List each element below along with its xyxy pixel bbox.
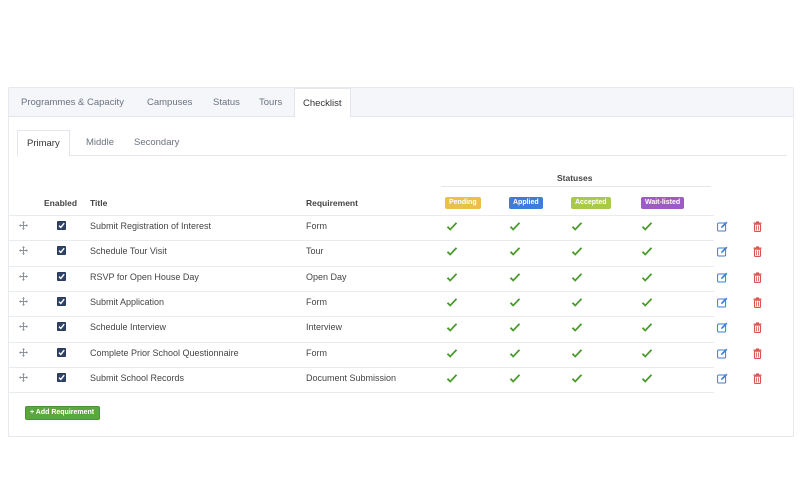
checkmark-icon[interactable] <box>446 247 458 257</box>
checkmark-icon[interactable] <box>446 373 458 384</box>
status-badge-accepted: Accepted <box>571 197 611 209</box>
trash-icon[interactable] <box>752 221 763 232</box>
checkmark-icon[interactable] <box>571 323 583 333</box>
checkmark-icon[interactable] <box>509 272 521 283</box>
checkmark-icon[interactable] <box>509 323 521 333</box>
row-requirement: Tour <box>306 246 324 257</box>
edit-icon[interactable] <box>717 297 728 308</box>
move-icon[interactable] <box>19 296 28 306</box>
tab-primary[interactable]: Primary <box>17 130 70 157</box>
checkmark-icon[interactable] <box>446 222 458 232</box>
column-header-title: Title <box>90 198 108 208</box>
row-requirement: Open Day <box>306 271 347 282</box>
column-header-requirement: Requirement <box>306 198 358 208</box>
row-title: Submit Application <box>90 296 165 307</box>
trash-icon[interactable] <box>752 322 763 334</box>
checkmark-icon[interactable] <box>571 247 583 257</box>
row-title: Submit Registration of Interest <box>90 221 212 231</box>
checkmark-icon[interactable] <box>571 272 583 283</box>
edit-icon[interactable] <box>717 272 728 283</box>
enabled-checkbox[interactable] <box>57 372 66 382</box>
checkmark-icon[interactable] <box>571 373 583 384</box>
tab-campuses[interactable]: Campuses <box>147 88 192 117</box>
edit-icon[interactable] <box>717 373 728 384</box>
checkmark-icon[interactable] <box>641 298 653 308</box>
checkmark-icon[interactable] <box>509 298 521 308</box>
status-badge-pending: Pending <box>445 197 481 209</box>
checkmark-icon[interactable] <box>641 373 653 384</box>
checkmark-icon[interactable] <box>571 348 583 359</box>
move-icon[interactable] <box>19 347 28 357</box>
move-icon[interactable] <box>19 246 28 256</box>
checkmark-icon[interactable] <box>509 247 521 257</box>
checkmark-icon[interactable] <box>641 272 653 283</box>
checkmark-icon[interactable] <box>446 323 458 333</box>
row-requirement: Form <box>306 347 327 358</box>
row-title: Schedule Interview <box>90 322 167 333</box>
checkmark-icon[interactable] <box>509 373 521 384</box>
enabled-checkbox[interactable] <box>57 221 66 230</box>
tab-status[interactable]: Status <box>213 88 240 117</box>
edit-icon[interactable] <box>717 348 728 359</box>
tab-middle[interactable]: Middle <box>86 130 114 156</box>
row-title: Complete Prior School Questionnaire <box>90 347 239 358</box>
checkmark-icon[interactable] <box>509 348 521 359</box>
edit-icon[interactable] <box>717 322 728 333</box>
row-title: Submit School Records <box>90 372 185 383</box>
move-icon[interactable] <box>19 372 28 382</box>
enabled-checkbox[interactable] <box>57 296 66 306</box>
enabled-checkbox[interactable] <box>57 246 66 256</box>
row-requirement: Document Submission <box>306 372 397 383</box>
checkmark-icon[interactable] <box>446 348 458 359</box>
statuses-header: Statuses <box>557 173 593 183</box>
row-requirement: Form <box>306 296 327 307</box>
add-requirement-button[interactable]: + Add Requirement <box>25 406 101 420</box>
enabled-checkbox[interactable] <box>57 322 66 332</box>
edit-icon[interactable] <box>717 221 728 232</box>
checkmark-icon[interactable] <box>641 247 653 257</box>
checkmark-icon[interactable] <box>509 222 521 232</box>
row-divider <box>8 392 714 394</box>
trash-icon[interactable] <box>752 246 763 258</box>
row-requirement: Form <box>306 221 327 231</box>
tab-programmes-capacity[interactable]: Programmes & Capacity <box>21 88 124 117</box>
move-icon[interactable] <box>19 221 28 230</box>
move-icon[interactable] <box>19 322 28 332</box>
checkmark-icon[interactable] <box>571 298 583 308</box>
trash-icon[interactable] <box>752 271 763 283</box>
status-badge-wait-listed: Wait-listed <box>641 197 685 209</box>
enabled-checkbox[interactable] <box>57 271 66 281</box>
row-title: Schedule Tour Visit <box>90 246 167 257</box>
move-icon[interactable] <box>19 271 28 281</box>
tab-secondary[interactable]: Secondary <box>134 130 179 156</box>
trash-icon[interactable] <box>752 297 763 308</box>
edit-icon[interactable] <box>717 246 728 257</box>
sub-tab-bar: Primary Middle Secondary <box>17 130 787 157</box>
checkmark-icon[interactable] <box>641 222 653 232</box>
row-requirement: Interview <box>306 322 343 333</box>
column-header-enabled: Enabled <box>44 198 78 208</box>
tab-tours[interactable]: Tours <box>259 88 282 117</box>
checkmark-icon[interactable] <box>446 298 458 308</box>
checkmark-icon[interactable] <box>641 323 653 333</box>
trash-icon[interactable] <box>752 347 763 359</box>
status-badge-applied: Applied <box>509 197 543 209</box>
statuses-divider <box>441 186 711 187</box>
row-title: RSVP for Open House Day <box>90 271 199 282</box>
checkmark-icon[interactable] <box>571 222 583 232</box>
enabled-checkbox[interactable] <box>57 347 66 357</box>
tab-checklist[interactable]: Checklist <box>294 88 351 118</box>
checkmark-icon[interactable] <box>446 272 458 283</box>
checkmark-icon[interactable] <box>641 348 653 359</box>
top-tab-bar: Programmes & Capacity Campuses Status To… <box>9 88 793 118</box>
trash-icon[interactable] <box>752 373 763 384</box>
